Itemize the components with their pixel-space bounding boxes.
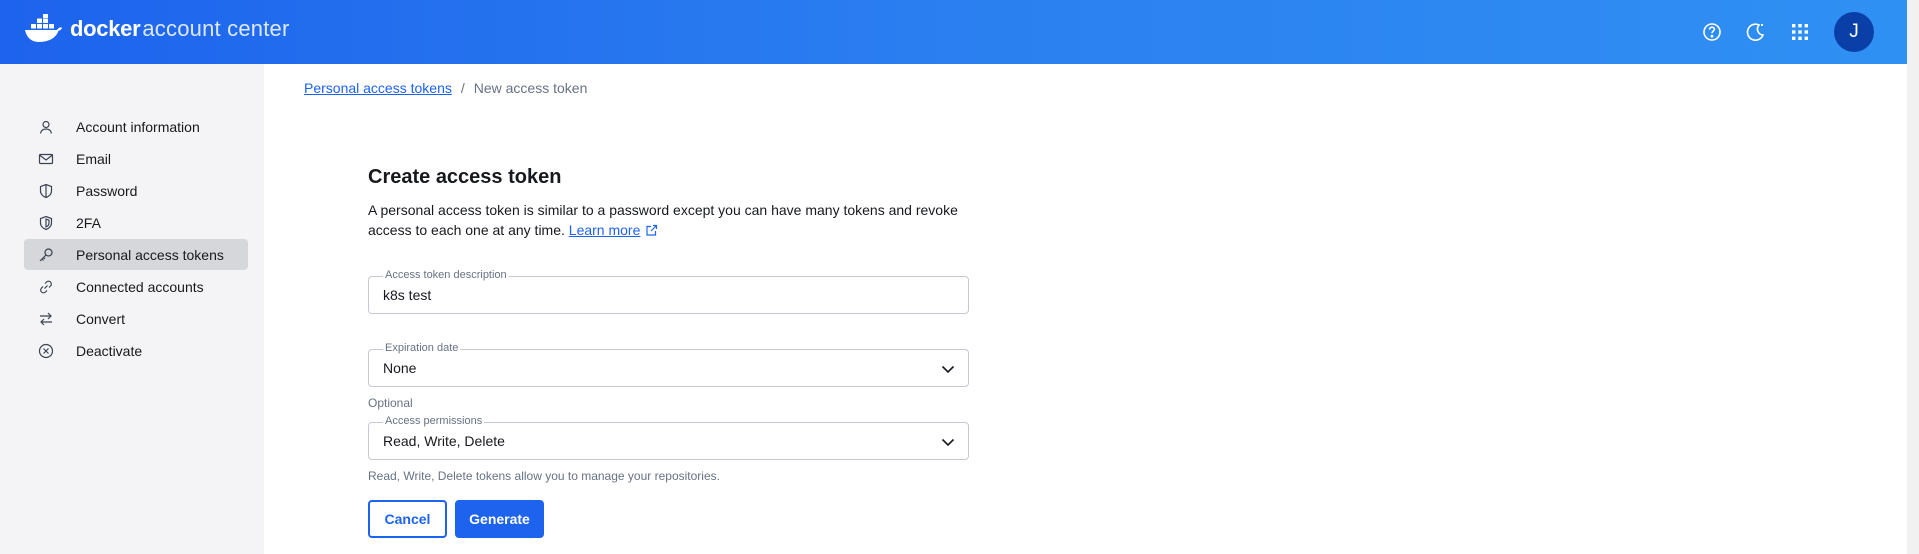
sidebar-item-2fa[interactable]: 2FA [24, 207, 248, 238]
sidebar-item-personal-access-tokens[interactable]: Personal access tokens [24, 239, 248, 270]
key-icon [39, 248, 53, 262]
sidebar-item-label: 2FA [76, 214, 101, 231]
sidebar-item-convert[interactable]: Convert [24, 303, 248, 334]
chevron-down-icon [941, 365, 955, 374]
sidebar-item-label: Email [76, 150, 112, 167]
top-header: docker account center J [0, 0, 1907, 64]
breadcrumb-current: New access token [473, 80, 588, 96]
permissions-helper-text: Read, Write, Delete tokens allow you to … [368, 469, 720, 483]
docker-logo[interactable]: docker account center [24, 14, 289, 44]
sidebar-item-label: Deactivate [76, 342, 143, 359]
sidebar-item-label: Password [76, 182, 138, 199]
external-link-icon [646, 224, 658, 236]
expiration-date-label: Expiration date [383, 342, 461, 354]
user-icon [39, 120, 53, 134]
expiration-date-select[interactable]: Expiration date None [368, 342, 969, 387]
sidebar-item-account-information[interactable]: Account information [24, 111, 248, 142]
page-description: A personal access token is similar to a … [368, 200, 968, 240]
theme-toggle-icon[interactable] [1744, 20, 1768, 44]
link-icon [40, 280, 52, 294]
sidebar-nav: Account information Email Password 2FA P… [0, 64, 264, 554]
generate-button[interactable]: Generate [455, 500, 544, 538]
token-description-label: Access token description [383, 269, 509, 281]
sidebar-item-email[interactable]: Email [24, 143, 248, 174]
chevron-down-icon [941, 438, 955, 447]
access-permissions-select[interactable]: Access permissions Read, Write, Delete [368, 415, 969, 460]
x-circle-icon [38, 343, 54, 359]
sidebar-item-label: Convert [76, 310, 126, 327]
sidebar-item-connected-accounts[interactable]: Connected accounts [24, 271, 248, 302]
shield-check-icon [39, 215, 53, 231]
token-description-input[interactable]: k8s test [383, 287, 431, 303]
docker-whale-icon [25, 14, 62, 42]
product-name: account center [142, 16, 290, 41]
sidebar-item-label: Account information [76, 118, 200, 135]
cancel-button[interactable]: Cancel [368, 500, 447, 538]
breadcrumb-parent-link[interactable]: Personal access tokens [304, 80, 452, 96]
swap-icon [40, 312, 52, 326]
learn-more-link[interactable]: Learn more [569, 222, 641, 238]
apps-grid-icon[interactable] [1788, 20, 1812, 44]
page-title: Create access token [368, 166, 562, 188]
token-description-field[interactable]: Access token description k8s test [368, 269, 969, 314]
description-text: A personal access token is similar to a … [368, 202, 958, 238]
shield-icon [39, 183, 53, 199]
help-circle-icon[interactable] [1700, 20, 1724, 44]
access-permissions-value: Read, Write, Delete [383, 433, 505, 449]
access-permissions-label: Access permissions [383, 415, 485, 427]
sidebar-item-password[interactable]: Password [24, 175, 248, 206]
breadcrumb-separator: / [460, 80, 465, 96]
expiration-date-value: None [383, 360, 417, 376]
page-scrollbar[interactable] [1907, 0, 1919, 554]
mail-icon [38, 153, 54, 165]
breadcrumb: Personal access tokens / New access toke… [304, 80, 587, 96]
user-avatar[interactable]: J [1834, 12, 1874, 52]
sidebar-item-label: Personal access tokens [76, 246, 224, 263]
sidebar-item-deactivate[interactable]: Deactivate [24, 335, 248, 366]
brand-name: docker [70, 16, 141, 41]
sidebar-item-label: Connected accounts [76, 278, 204, 295]
expiration-helper-text: Optional [368, 396, 413, 410]
